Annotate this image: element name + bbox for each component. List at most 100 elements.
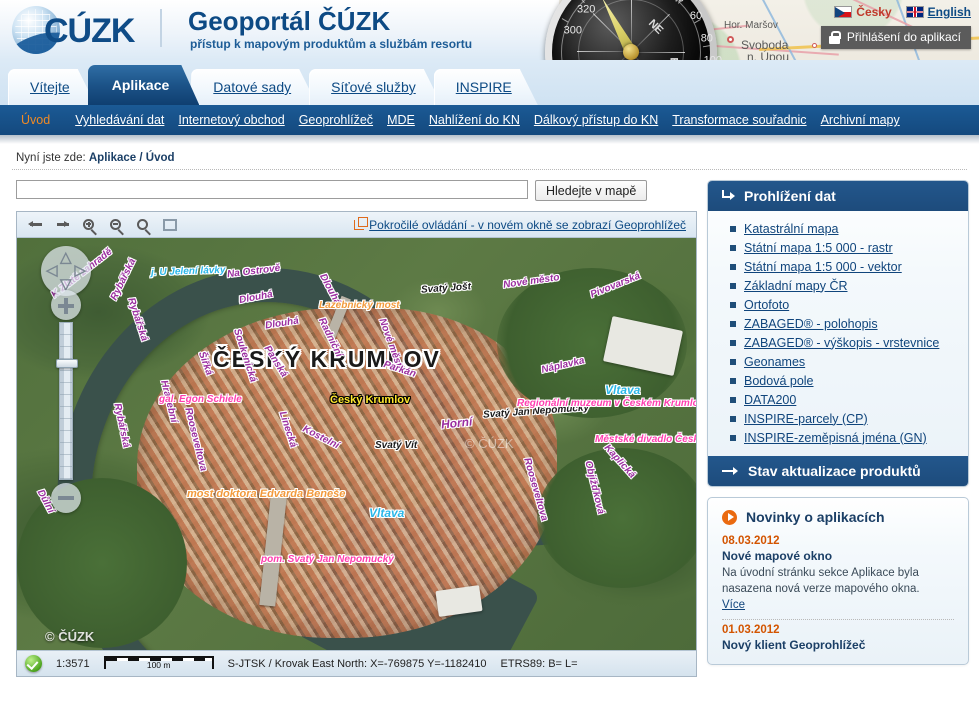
list-item[interactable]: ZABAGED® - výškopis - vrstevnice — [708, 333, 968, 352]
news-title: Nové mapové okno — [722, 549, 833, 563]
bullet-icon — [730, 263, 736, 270]
link-ortofoto[interactable]: Ortofoto — [744, 298, 789, 312]
subnav-item-archivni-mapy[interactable]: Archivní mapy — [814, 113, 907, 127]
list-item[interactable]: Katastrální mapa — [708, 219, 968, 238]
lang-option-czech[interactable]: Česky — [834, 5, 892, 19]
link-inspire-zemepisna-jmena[interactable]: INSPIRE-zeměpisná jména (GN) — [744, 431, 927, 445]
subnav-item-internetovy-obchod[interactable]: Internetový obchod — [171, 113, 291, 127]
map-zoom-out-control[interactable] — [51, 483, 81, 513]
bullet-icon — [730, 282, 736, 289]
compass-illustration: 0 20 40 60 80 100 120 340 320 300 NE NW … — [545, 0, 722, 60]
subnav-item-geoprohlizec[interactable]: Geoprohlížeč — [292, 113, 380, 127]
news-list: 08.03.2012 Nové mapové okno Na úvodní st… — [708, 535, 968, 664]
external-link-icon — [354, 216, 369, 230]
park-area — [17, 478, 187, 648]
tab-sitove-sluzby[interactable]: Síťové služby — [309, 69, 442, 105]
map-toolbar: Pokročilé ovládání - v novém okně se zob… — [17, 212, 696, 238]
news-play-icon — [722, 509, 737, 525]
search-input[interactable] — [16, 180, 528, 199]
map-coordinates: S-JTSK / Krovak East North: X=-769875 Y=… — [227, 657, 487, 670]
list-item[interactable]: Základní mapy ČR — [708, 276, 968, 295]
bullet-icon — [730, 339, 736, 346]
cuzk-logo[interactable]: CÚZK — [12, 4, 152, 56]
link-statni-mapa-rastr[interactable]: Státní mapa 1:5 000 - rastr — [744, 241, 893, 255]
link-zabaged-vyskopis[interactable]: ZABAGED® - výškopis - vrstevnice — [744, 336, 939, 350]
link-zabaged-polohopis[interactable]: ZABAGED® - polohopis — [744, 317, 878, 331]
subnav-item-vyhledavani-dat[interactable]: Vyhledávání dat — [68, 113, 171, 127]
lang-option-english[interactable]: English — [905, 5, 971, 19]
viewing-data-panel-title: Prohlížení dat — [744, 188, 836, 204]
map-back-button[interactable] — [23, 214, 47, 236]
header-map-town: Hor. Maršov — [724, 20, 778, 31]
link-geonames[interactable]: Geonames — [744, 355, 805, 369]
bullet-icon — [730, 301, 736, 308]
login-button[interactable]: Přihlášení do aplikací — [820, 26, 971, 49]
tab-inspire[interactable]: INSPIRE — [434, 69, 538, 105]
link-statni-mapa-vektor[interactable]: Státní mapa 1:5 000 - vektor — [744, 260, 902, 274]
map-forward-button[interactable] — [50, 214, 74, 236]
bullet-icon — [730, 415, 736, 422]
advanced-controls-link[interactable]: Pokročilé ovládání - v novém okně se zob… — [354, 216, 690, 232]
news-title: Nový klient Geoprohlížeč — [722, 638, 866, 652]
tab-aplikace[interactable]: Aplikace — [88, 65, 200, 105]
map-zoom-slider-handle[interactable] — [56, 359, 78, 368]
main-content: Nyní jste zde: Aplikace / Úvod Hledejte … — [0, 144, 979, 677]
link-data200[interactable]: DATA200 — [744, 393, 796, 407]
map-canvas[interactable]: ČESKÝ KRUMLOV Český Krumlov K Zlatě zahr… — [17, 238, 696, 650]
map-fullscreen-button[interactable] — [158, 214, 182, 236]
language-switcher: Česky English — [834, 5, 971, 19]
subnav-item-mde[interactable]: MDE — [380, 113, 422, 127]
list-item[interactable]: Ortofoto — [708, 295, 968, 314]
flag-uk-icon — [905, 6, 924, 18]
map-widget: Pokročilé ovládání - v novém okně se zob… — [16, 211, 697, 677]
list-item[interactable]: INSPIRE-parcely (CP) — [708, 409, 968, 428]
subnav-item-uvod[interactable]: Úvod — [14, 113, 68, 127]
map-etrs-coordinates: ETRS89: B= L= — [500, 657, 578, 670]
link-inspire-parcely[interactable]: INSPIRE-parcely (CP) — [744, 412, 868, 426]
tab-datove-sady[interactable]: Datové sady — [191, 69, 317, 105]
pan-right-icon[interactable]: ▷ — [74, 263, 86, 278]
news-more-link[interactable]: Více — [722, 599, 745, 611]
list-item[interactable]: DATA200 — [708, 390, 968, 409]
flag-cz-icon — [834, 6, 853, 18]
list-item[interactable]: ZABAGED® - polohopis — [708, 314, 968, 333]
list-item[interactable]: INSPIRE-zeměpisná jména (GN) — [708, 428, 968, 447]
list-item[interactable]: Geonames — [708, 352, 968, 371]
map-zoom-in-control[interactable] — [51, 290, 81, 320]
map-zoom-slider[interactable] — [56, 322, 78, 480]
bullet-icon — [730, 377, 736, 384]
breadcrumb-divider — [12, 169, 967, 170]
arrow-down-right-icon — [722, 189, 735, 203]
news-item: 08.03.2012 Nové mapové okno Na úvodní st… — [722, 535, 954, 611]
bullet-icon — [730, 434, 736, 441]
product-update-status-link[interactable]: Stav aktualizace produktů — [708, 456, 968, 486]
map-pan-control[interactable]: △ ▽ ◁ ▷ — [41, 246, 91, 296]
list-item[interactable]: Bodová pole — [708, 371, 968, 390]
list-item[interactable]: Státní mapa 1:5 000 - rastr — [708, 238, 968, 257]
subnav-item-transformace-souradnic[interactable]: Transformace souřadnic — [665, 113, 813, 127]
subnav-item-nahlizeni-do-kn[interactable]: Nahlížení do KN — [422, 113, 527, 127]
link-katastralni-mapa[interactable]: Katastrální mapa — [744, 222, 839, 236]
viewing-data-panel-header[interactable]: Prohlížení dat — [708, 181, 968, 211]
tab-vitejte[interactable]: Vítejte — [8, 69, 96, 105]
list-item[interactable]: Státní mapa 1:5 000 - vektor — [708, 257, 968, 276]
search-in-map-button[interactable]: Hledejte v mapě — [535, 180, 648, 201]
news-item: 01.03.2012 Nový klient Geoprohlížeč — [722, 624, 954, 652]
breadcrumb-path: Aplikace / Úvod — [88, 152, 175, 164]
map-watermark: © ČÚZK — [45, 629, 95, 644]
news-date: 01.03.2012 — [722, 624, 780, 636]
pan-up-icon[interactable]: △ — [60, 250, 72, 265]
advanced-controls-label: Pokročilé ovládání - v novém okně se zob… — [369, 217, 686, 232]
link-zakladni-mapy-cr[interactable]: Základní mapy ČR — [744, 279, 848, 293]
pan-left-icon[interactable]: ◁ — [46, 263, 58, 278]
map-zoom-in-button[interactable] — [77, 214, 101, 236]
subnav-item-dalkovy-pristup-do-kn[interactable]: Dálkový přístup do KN — [527, 113, 665, 127]
link-bodova-pole[interactable]: Bodová pole — [744, 374, 814, 388]
status-ok-icon — [25, 655, 42, 672]
map-identify-button[interactable] — [131, 214, 155, 236]
map-scale-value: 1:3571 — [56, 657, 90, 670]
page-title: Geoportál ČÚZK — [188, 6, 391, 36]
map-zoom-out-button[interactable] — [104, 214, 128, 236]
breadcrumb-prefix: Nyní jste zde: — [16, 152, 86, 164]
park-area — [537, 448, 696, 588]
